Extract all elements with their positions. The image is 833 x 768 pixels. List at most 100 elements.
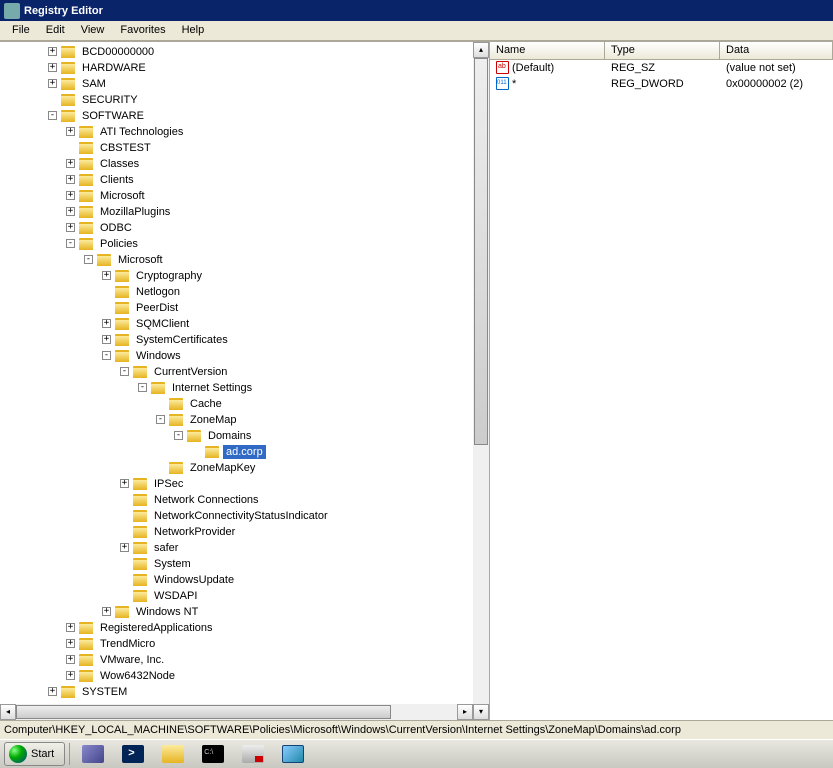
tree-node[interactable]: NetworkProvider — [0, 524, 489, 540]
tree-horizontal-scrollbar[interactable]: ◂ ▸ — [0, 704, 473, 720]
collapse-icon[interactable]: - — [120, 367, 129, 376]
scroll-thumb-h[interactable] — [16, 705, 391, 719]
tree-node-label[interactable]: MozillaPlugins — [97, 205, 173, 219]
tree-node-label[interactable]: Cryptography — [133, 269, 205, 283]
values-list[interactable]: (Default)REG_SZ(value not set)*REG_DWORD… — [490, 60, 833, 720]
tree-node-label[interactable]: NetworkConnectivityStatusIndicator — [151, 509, 331, 523]
tree-node-label[interactable]: SQMClient — [133, 317, 192, 331]
collapse-icon[interactable]: - — [66, 239, 75, 248]
tree-node[interactable]: + VMware, Inc. — [0, 652, 489, 668]
tree-node-label[interactable]: WSDAPI — [151, 589, 200, 603]
tree-node-label[interactable]: Internet Settings — [169, 381, 255, 395]
tree-node[interactable]: +Wow6432Node — [0, 668, 489, 684]
expand-icon[interactable]: + — [120, 543, 129, 552]
tree-node-label[interactable]: RegisteredApplications — [97, 621, 216, 635]
tree-node-label[interactable]: Clients — [97, 173, 137, 187]
expand-icon[interactable]: + — [66, 175, 75, 184]
tree-node-label[interactable]: ZoneMap — [187, 413, 239, 427]
tree-node[interactable]: ZoneMapKey — [0, 460, 489, 476]
expand-icon[interactable]: + — [66, 623, 75, 632]
tree-node-label[interactable]: Domains — [205, 429, 254, 443]
menu-help[interactable]: Help — [174, 22, 213, 38]
tree-node-label[interactable]: Windows — [133, 349, 184, 363]
tree-node[interactable]: CBSTEST — [0, 140, 489, 156]
tree-node-label[interactable]: PeerDist — [133, 301, 181, 315]
tree-node-label[interactable]: TrendMicro — [97, 637, 158, 651]
tree-node[interactable]: - SOFTWARE — [0, 108, 489, 124]
taskbar-server-manager[interactable] — [74, 741, 112, 767]
tree-node-label[interactable]: SOFTWARE — [79, 109, 147, 123]
tree-node[interactable]: Network Connections — [0, 492, 489, 508]
tree-node-label[interactable]: ODBC — [97, 221, 135, 235]
expand-icon[interactable]: + — [66, 191, 75, 200]
tree-node[interactable]: + SQMClient — [0, 316, 489, 332]
tree-node[interactable]: + RegisteredApplications — [0, 620, 489, 636]
tree-node[interactable]: Netlogon — [0, 284, 489, 300]
tree-node-label[interactable]: Policies — [97, 237, 141, 251]
expand-icon[interactable]: + — [48, 47, 57, 56]
collapse-icon[interactable]: - — [138, 383, 147, 392]
tree-node-label[interactable]: IPSec — [151, 477, 186, 491]
menu-view[interactable]: View — [73, 22, 113, 38]
tree-node[interactable]: +TrendMicro — [0, 636, 489, 652]
expand-icon[interactable]: + — [102, 607, 111, 616]
scroll-left-button[interactable]: ◂ — [0, 704, 16, 720]
tree-node-label[interactable]: CurrentVersion — [151, 365, 230, 379]
tree-node[interactable]: - Policies — [0, 236, 489, 252]
collapse-icon[interactable]: - — [84, 255, 93, 264]
collapse-icon[interactable]: - — [174, 431, 183, 440]
value-row[interactable]: (Default)REG_SZ(value not set) — [490, 60, 833, 76]
tree-node-label[interactable]: safer — [151, 541, 181, 555]
expand-icon[interactable]: + — [102, 271, 111, 280]
tree-node[interactable]: - Windows — [0, 348, 489, 364]
expand-icon[interactable]: + — [102, 335, 111, 344]
scroll-down-button[interactable]: ▾ — [473, 704, 489, 720]
tree-node-label[interactable]: Microsoft — [115, 253, 166, 267]
tree-node[interactable]: + SYSTEM — [0, 684, 489, 700]
tree-node-label[interactable]: VMware, Inc. — [97, 653, 167, 667]
scroll-up-button[interactable]: ▴ — [473, 42, 489, 58]
column-header-name[interactable]: Name — [490, 42, 605, 59]
tree-node-label[interactable]: SAM — [79, 77, 109, 91]
value-row[interactable]: *REG_DWORD0x00000002 (2) — [490, 76, 833, 92]
tree-node-label[interactable]: Wow6432Node — [97, 669, 178, 683]
tree-node[interactable]: WSDAPI — [0, 588, 489, 604]
tree-node[interactable]: + Classes — [0, 156, 489, 172]
tree-node[interactable]: +SystemCertificates — [0, 332, 489, 348]
collapse-icon[interactable]: - — [48, 111, 57, 120]
taskbar-powershell[interactable] — [114, 741, 152, 767]
tree-node[interactable]: - Internet Settings — [0, 380, 489, 396]
tree-node[interactable]: + MozillaPlugins — [0, 204, 489, 220]
expand-icon[interactable]: + — [48, 63, 57, 72]
tree-node[interactable]: WindowsUpdate — [0, 572, 489, 588]
tree-node[interactable]: - ZoneMap — [0, 412, 489, 428]
expand-icon[interactable]: + — [66, 207, 75, 216]
column-header-type[interactable]: Type — [605, 42, 720, 59]
tree-node-label[interactable]: Microsoft — [97, 189, 148, 203]
tree-node-label[interactable]: SYSTEM — [79, 685, 130, 699]
tree-node-label[interactable]: Windows NT — [133, 605, 201, 619]
tree-node[interactable]: Cache — [0, 396, 489, 412]
collapse-icon[interactable]: - — [156, 415, 165, 424]
taskbar-toolbox[interactable] — [234, 741, 272, 767]
expand-icon[interactable]: + — [102, 319, 111, 328]
expand-icon[interactable]: + — [66, 159, 75, 168]
expand-icon[interactable]: + — [66, 655, 75, 664]
tree-node[interactable]: - Domains — [0, 428, 489, 444]
collapse-icon[interactable]: - — [102, 351, 111, 360]
tree-node[interactable]: +SAM — [0, 76, 489, 92]
scroll-thumb[interactable] — [474, 58, 488, 446]
start-button[interactable]: Start — [4, 742, 65, 766]
tree-node[interactable]: + ODBC — [0, 220, 489, 236]
tree-node-label[interactable]: Classes — [97, 157, 142, 171]
expand-icon[interactable]: + — [120, 479, 129, 488]
tree-node[interactable]: - CurrentVersion — [0, 364, 489, 380]
column-header-data[interactable]: Data — [720, 42, 833, 59]
tree-node-label[interactable]: SECURITY — [79, 93, 141, 107]
expand-icon[interactable]: + — [48, 687, 57, 696]
taskbar-explorer[interactable] — [154, 741, 192, 767]
tree-node[interactable]: System — [0, 556, 489, 572]
tree-node[interactable]: + Microsoft — [0, 188, 489, 204]
tree-node-label[interactable]: ATI Technologies — [97, 125, 186, 139]
expand-icon[interactable]: + — [66, 223, 75, 232]
